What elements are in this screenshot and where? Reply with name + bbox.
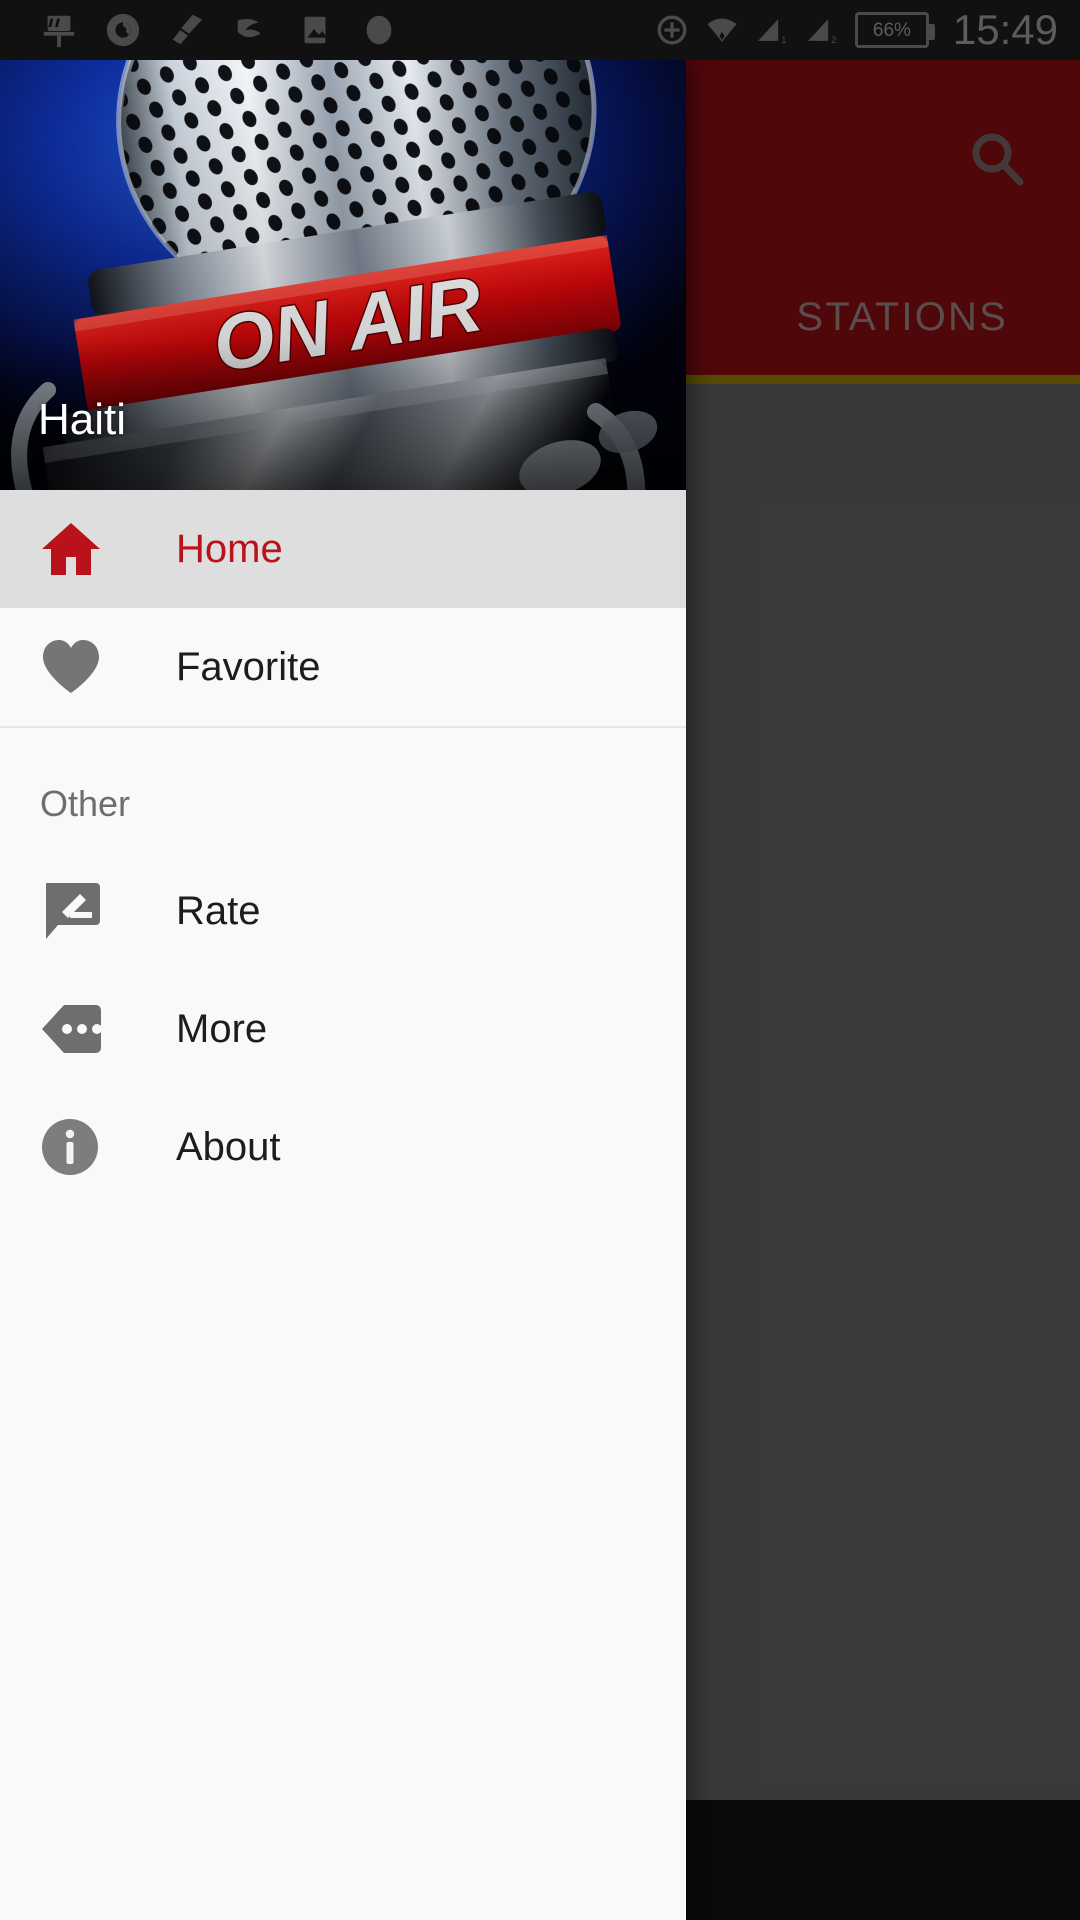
sidebar-item-home-label: Home [176, 527, 283, 571]
heart-icon [40, 638, 114, 696]
status-bar-clock: 15:49 [952, 6, 1058, 53]
drawer-group-label-other: Other [40, 783, 131, 824]
svg-text:1: 1 [781, 35, 786, 45]
drawer-section-other: Other Rate More About [0, 728, 686, 1206]
sd-card-icon [43, 15, 75, 48]
drawer-header-title: Haiti [38, 395, 127, 444]
rate-review-icon [40, 881, 114, 941]
sidebar-item-about[interactable]: About [0, 1088, 686, 1206]
status-bar-system-icons: 1 2 66% 15:49 [655, 9, 1066, 51]
home-icon [40, 520, 114, 578]
sidebar-item-more-label: More [176, 1007, 268, 1051]
swift-key-icon [237, 18, 261, 38]
signal-sim1-icon: 1 [757, 19, 786, 45]
generic-app-icon [366, 15, 392, 45]
more-tag-icon [40, 1003, 114, 1055]
svg-text:2: 2 [831, 35, 836, 45]
phone-screen: STATIONS Haiti Home Favorite Other Rate … [0, 0, 1080, 1920]
sidebar-item-favorite[interactable]: Favorite [0, 608, 686, 726]
sidebar-item-more[interactable]: More [0, 970, 686, 1088]
navigation-drawer: ON AIR [0, 60, 686, 1920]
gallery-icon [304, 16, 327, 44]
battery-indicator: 66% [854, 12, 935, 48]
wifi-icon [707, 18, 737, 42]
drawer-section-main: Home Favorite [0, 490, 686, 728]
status-bar-notifications [14, 11, 398, 49]
battery-percent-label: 66% [872, 19, 911, 41]
info-circle-icon [40, 1117, 114, 1177]
drawer-header[interactable]: ON AIR [0, 60, 686, 490]
sidebar-item-rate[interactable]: Rate [0, 852, 686, 970]
sidebar-item-home[interactable]: Home [0, 490, 686, 608]
clean-master-icon [172, 14, 203, 45]
location-add-icon [657, 15, 687, 45]
signal-sim2-icon: 2 [807, 19, 836, 45]
sidebar-item-rate-label: Rate [176, 889, 261, 933]
chrome-icon [106, 13, 140, 47]
sidebar-item-favorite-label: Favorite [176, 645, 321, 689]
sidebar-item-about-label: About [176, 1125, 281, 1169]
status-bar: 1 2 66% 15:49 [0, 0, 1080, 60]
